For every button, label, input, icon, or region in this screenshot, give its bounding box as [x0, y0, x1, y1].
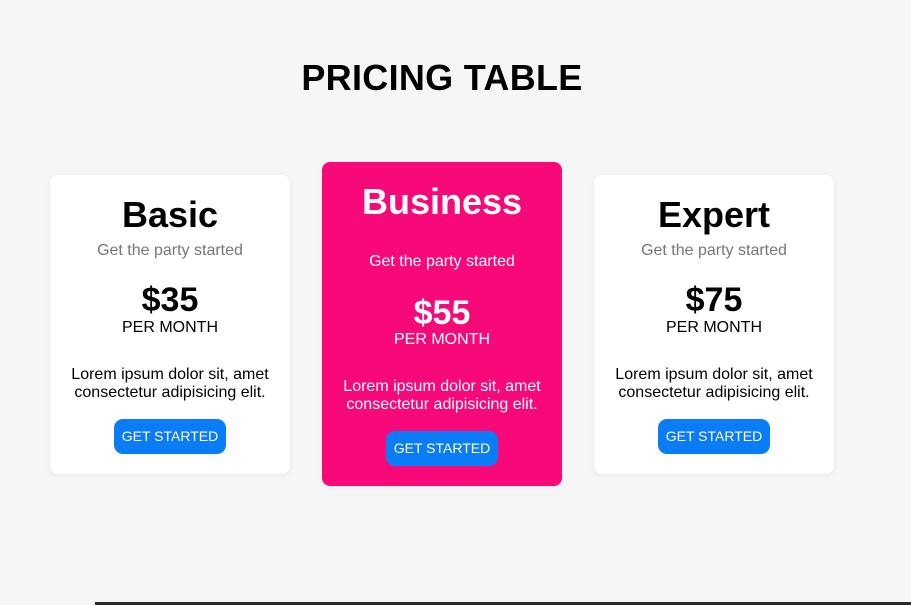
plan-name: Expert — [657, 194, 771, 235]
plan-period: PER MONTH — [122, 319, 218, 336]
pricing-card-business: Business Get the party started $55 PER M… — [322, 162, 562, 486]
get-started-button-expert[interactable]: GET STARTED — [658, 419, 770, 454]
get-started-button-business[interactable]: GET STARTED — [386, 431, 498, 466]
page-title: PRICING TABLE — [301, 57, 583, 98]
plan-tagline: Get the party started — [97, 242, 243, 259]
plan-name: Basic — [121, 194, 219, 235]
pricing-card-basic: Basic Get the party started $35 PER MONT… — [50, 175, 290, 474]
plan-name: Business — [361, 181, 523, 222]
get-started-button-basic[interactable]: GET STARTED — [114, 419, 226, 454]
plan-period: PER MONTH — [666, 319, 762, 336]
plan-description: Lorem ipsum dolor sit, amet consectetur … — [343, 378, 541, 413]
plan-price: $55 — [413, 294, 471, 332]
pricing-card-expert: Expert Get the party started $75 PER MON… — [594, 175, 834, 474]
plan-period: PER MONTH — [394, 331, 490, 348]
plan-tagline: Get the party started — [641, 242, 787, 259]
plan-price: $35 — [141, 281, 199, 319]
plan-description: Lorem ipsum dolor sit, amet consectetur … — [71, 366, 269, 401]
plan-description: Lorem ipsum dolor sit, amet consectetur … — [615, 366, 813, 401]
plan-tagline: Get the party started — [369, 253, 515, 270]
plan-price: $75 — [685, 281, 743, 319]
